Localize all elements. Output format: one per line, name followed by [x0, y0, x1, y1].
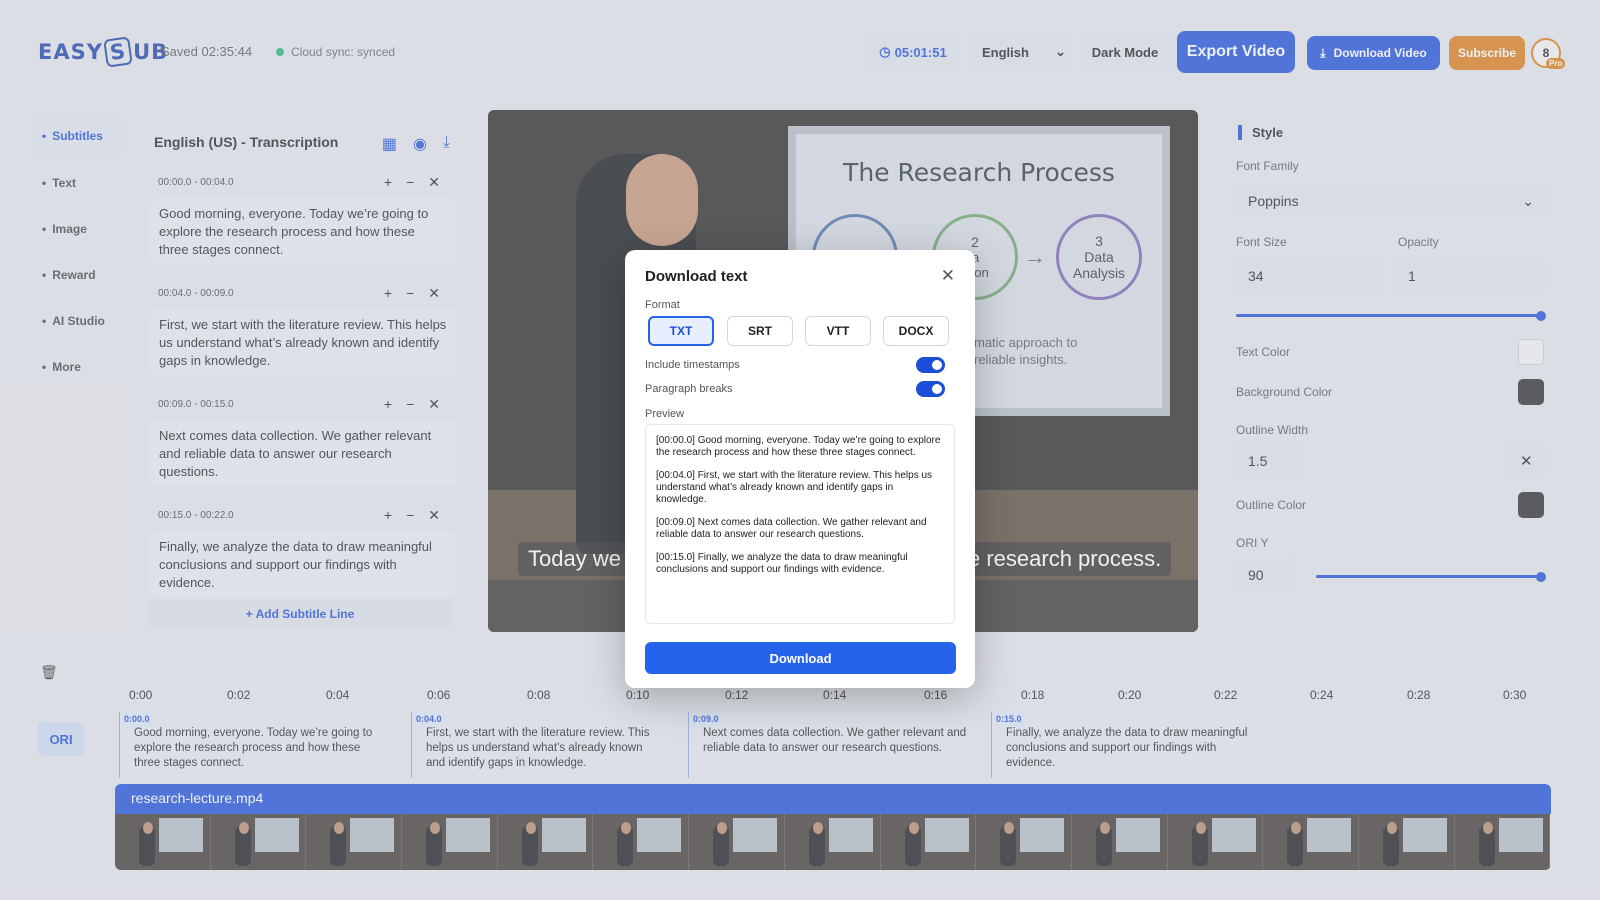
dialog-title: Download text: [645, 268, 748, 285]
format-label: Format: [645, 299, 680, 311]
close-icon[interactable]: ✕: [941, 266, 955, 286]
include-timestamps-label: Include timestamps: [645, 359, 740, 371]
format-docx-button[interactable]: DOCX: [883, 316, 949, 346]
preview-paragraph: [00:04.0] First, we start with the liter…: [656, 470, 933, 505]
format-vtt-button[interactable]: VTT: [805, 316, 871, 346]
preview-paragraph: [00:15.0] Finally, we analyze the data t…: [656, 552, 908, 575]
download-button[interactable]: Download: [645, 642, 956, 674]
download-text-dialog: Download text ✕ Format TXT SRT VTT DOCX …: [625, 250, 975, 688]
preview-label: Preview: [645, 408, 685, 420]
paragraph-breaks-label: Paragraph breaks: [645, 383, 733, 395]
format-srt-button[interactable]: SRT: [727, 316, 793, 346]
preview-box: [00:00.0] Good morning, everyone. Today …: [645, 424, 955, 624]
paragraph-breaks-toggle[interactable]: [916, 381, 945, 397]
preview-paragraph: [00:09.0] Next comes data collection. We…: [656, 517, 927, 540]
include-timestamps-toggle[interactable]: [916, 357, 945, 373]
preview-paragraph: [00:00.0] Good morning, everyone. Today …: [656, 435, 941, 458]
format-txt-button[interactable]: TXT: [648, 316, 714, 346]
